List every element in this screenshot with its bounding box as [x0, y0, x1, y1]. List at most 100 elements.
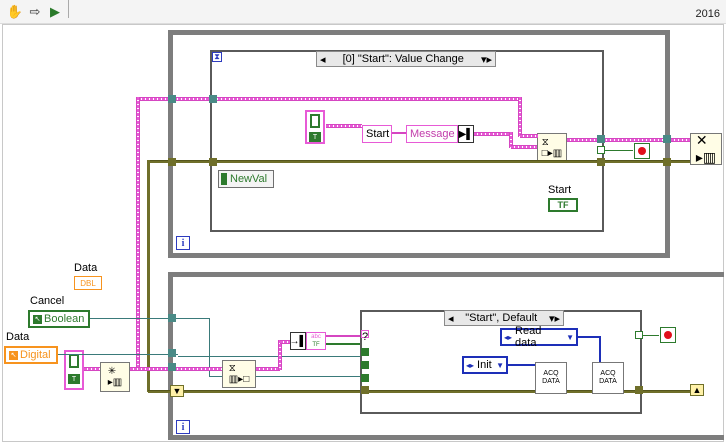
- event-ref-t-icon: T: [309, 132, 321, 142]
- case-tunnel-bool: [361, 348, 369, 356]
- start-indicator-label: Start: [548, 184, 572, 196]
- wire-event-ref: [326, 124, 362, 128]
- highlight-icon[interactable]: ▶: [46, 3, 64, 21]
- event-selector[interactable]: ◂ [0] "Start": Value Change ▾▸: [316, 51, 496, 67]
- vi-ref-node[interactable]: T: [64, 350, 84, 390]
- read-data-enum-arrows: ◂▸: [504, 332, 513, 342]
- wire-dequeue-out: [256, 367, 280, 371]
- vi-ref-window-icon: [69, 354, 79, 368]
- cancel-type-label: Boolean: [44, 313, 85, 325]
- data-dbl-label: Data: [74, 262, 98, 274]
- unbundle-node-icon[interactable]: →▌: [289, 332, 307, 350]
- case-selector-label: "Start", Default: [465, 312, 538, 324]
- wire-event-vertical: [136, 97, 140, 369]
- wire-event-lower: [138, 367, 222, 371]
- dequeue-node[interactable]: ⧖ ▥▸□: [222, 360, 256, 388]
- event-ref-node[interactable]: T: [305, 110, 325, 144]
- cancel-label: Cancel: [30, 295, 65, 307]
- wire-event-upper-down: [518, 97, 522, 137]
- toolbar-divider: [68, 0, 69, 18]
- case-selector-next[interactable]: ▾▸: [549, 312, 560, 325]
- wire-stop-dotted: [605, 150, 633, 151]
- wire-dequeue-up: [278, 340, 282, 370]
- start-string-const[interactable]: Start: [362, 125, 392, 143]
- upper-loop-iteration: i: [176, 236, 190, 250]
- bundle-node-icon[interactable]: ▶▌: [458, 125, 474, 143]
- lower-loop-iteration: i: [176, 420, 190, 434]
- read-data-label: Read data: [515, 325, 542, 349]
- tunnel-stop-out: [597, 146, 605, 154]
- wire-vi-ref: [84, 367, 100, 371]
- unbundle-outputs: abc TF: [306, 332, 326, 350]
- wire-read-data-down: [599, 336, 601, 362]
- step-arrow-icon[interactable]: ⇨: [26, 3, 44, 21]
- init-enum[interactable]: ◂▸ Init ▼: [462, 356, 508, 374]
- case-selector[interactable]: ◂ "Start", Default ▾▸: [444, 310, 564, 326]
- lower-stop-terminal[interactable]: [660, 327, 676, 343]
- init-enum-arrows: ◂▸: [466, 360, 475, 370]
- read-data-enum[interactable]: ◂▸ Read data ▼: [500, 325, 578, 349]
- data-digital-icon: ↖: [9, 350, 18, 360]
- event-ref-window-icon: [310, 114, 320, 128]
- lower-stop-icon: [664, 331, 672, 339]
- version-label: 2016: [695, 8, 720, 20]
- data-dbl-indicator[interactable]: DBL: [74, 276, 102, 290]
- case-tunnel-stop-out: [635, 331, 643, 339]
- acq-data-subvi-1[interactable]: ACQ DATA: [535, 362, 567, 394]
- wire-error-upper: [148, 160, 692, 163]
- destroy-queue-node[interactable]: ✕ ▸▥: [690, 132, 722, 165]
- wire-cancel: [90, 318, 210, 319]
- case-tunnel-error-left: [361, 386, 369, 394]
- cancel-control-icon: ↖: [33, 314, 42, 324]
- wire-create-queue-out: [130, 367, 138, 371]
- tunnel-lower-event: [168, 363, 176, 371]
- wire-digital: [58, 354, 178, 355]
- tunnel-lower-cancel: [168, 314, 176, 322]
- shift-register-left[interactable]: ▼: [170, 385, 184, 397]
- shift-register-right[interactable]: ▲: [690, 384, 704, 396]
- case-selector-prev[interactable]: ◂: [448, 312, 454, 325]
- tunnel-upper-event-left: [168, 95, 176, 103]
- stop-icon: [638, 147, 646, 155]
- init-label: Init: [477, 359, 492, 371]
- upper-stop-terminal[interactable]: [634, 143, 650, 159]
- data-digital-label: Data: [6, 331, 30, 343]
- wire-error-vertical: [147, 160, 150, 392]
- vi-ref-t-icon: T: [68, 374, 80, 384]
- tunnel-es-event-right: [597, 135, 605, 143]
- acq-2-top: ACQ: [600, 370, 616, 377]
- newval-terminal[interactable]: NewVal: [218, 170, 274, 188]
- event-selector-label: [0] "Start": Value Change: [342, 53, 464, 65]
- start-indicator-terminal[interactable]: TF: [548, 198, 578, 212]
- tunnel-lower-digital: [168, 349, 176, 357]
- tunnel-upper-error-right: [663, 158, 671, 166]
- wire-event-upper: [138, 97, 520, 101]
- newval-indicator-bar: [221, 173, 227, 185]
- wire-lower-stop: [643, 335, 659, 336]
- cancel-control[interactable]: ↖ Boolean: [28, 310, 90, 328]
- case-tunnel-cancel: [361, 374, 369, 382]
- init-dropdown-icon[interactable]: ▼: [496, 361, 504, 370]
- hand-icon[interactable]: ✋: [6, 3, 24, 21]
- acq-2-bottom: DATA: [599, 378, 617, 385]
- message-cluster[interactable]: Message: [406, 125, 458, 143]
- enqueue-event-node[interactable]: ⧖ □▸▥: [537, 133, 567, 163]
- case-tunnel-digital: [361, 361, 369, 369]
- acq-data-subvi-2[interactable]: ACQ DATA: [592, 362, 624, 394]
- create-queue-node[interactable]: ✳ ▸▥: [100, 362, 130, 392]
- data-digital-control[interactable]: ↖ Digital: [4, 346, 58, 364]
- event-selector-next[interactable]: ▾▸: [481, 53, 492, 66]
- wire-event-upper-tail: [520, 134, 538, 138]
- toolbar: ✋ ⇨ ▶ 2016: [0, 0, 726, 24]
- event-timeout-icon: ⧗: [212, 52, 222, 62]
- acq-1-top: ACQ: [543, 370, 559, 377]
- wire-digital-inner: [178, 356, 360, 357]
- newval-label: NewVal: [230, 173, 268, 185]
- read-data-dropdown-icon[interactable]: ▼: [566, 333, 574, 342]
- tunnel-es-error-left: [209, 158, 217, 166]
- event-selector-prev[interactable]: ◂: [320, 53, 326, 66]
- case-selector-terminal[interactable]: ?: [361, 330, 369, 343]
- wire-event-out: [567, 138, 691, 142]
- wire-message-bool: [326, 343, 362, 345]
- wire-read-data: [578, 336, 600, 338]
